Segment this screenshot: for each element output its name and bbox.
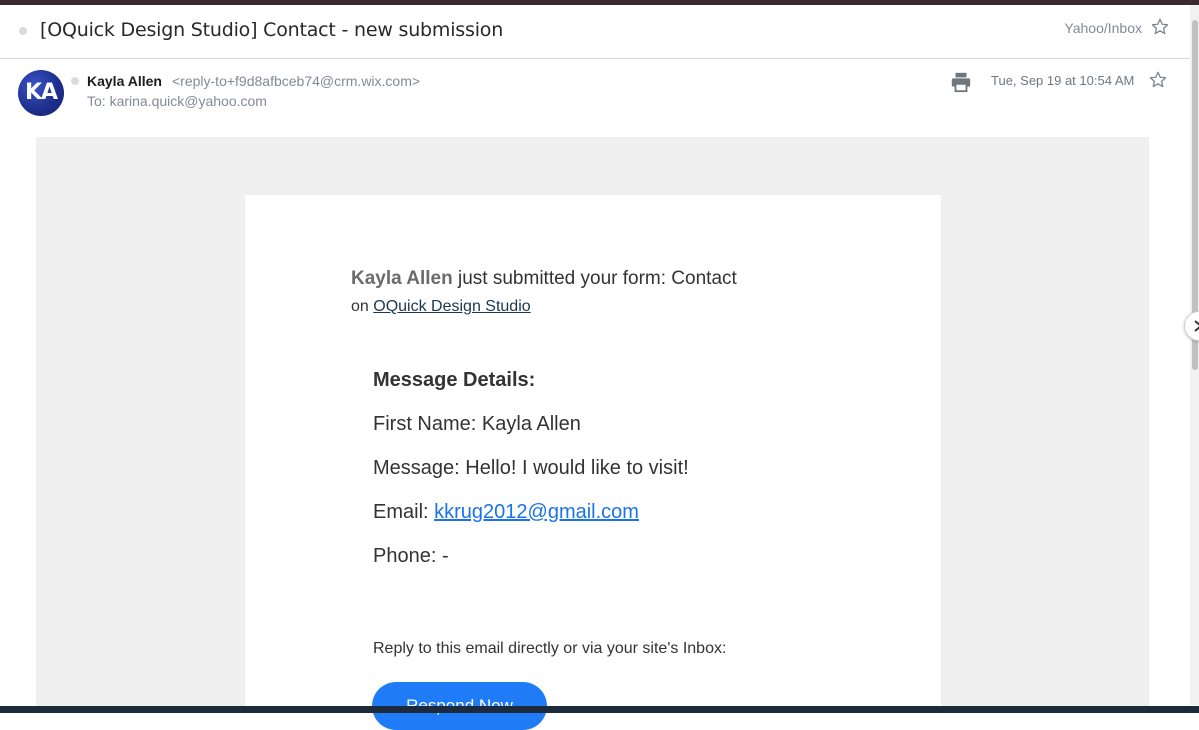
site-prefix: on (351, 298, 374, 315)
site-line: on OQuick Design Studio (351, 298, 531, 316)
avatar[interactable]: KA (18, 70, 64, 116)
detail-message: Message: Hello! I would like to visit! (373, 457, 689, 480)
headline-text: just submitted your form: Contact (452, 268, 737, 289)
submission-headline: Kayla Allen just submitted your form: Co… (351, 268, 737, 290)
detail-phone: Phone: - (373, 545, 449, 568)
message-value: Hello! I would like to visit! (465, 457, 689, 479)
subject-bar: [OQuick Design Studio] Contact - new sub… (0, 5, 1190, 59)
taskbar (0, 706, 1199, 713)
phone-label: Phone: (373, 545, 442, 567)
email-subject: [OQuick Design Studio] Contact - new sub… (40, 19, 504, 41)
recipient-line: To: karina.quick@yahoo.com (87, 93, 267, 109)
phone-value: - (441, 545, 449, 567)
site-link[interactable]: OQuick Design Studio (373, 298, 530, 315)
folder-label[interactable]: Yahoo/Inbox (1064, 20, 1142, 36)
print-icon[interactable] (950, 71, 972, 93)
reply-note: Reply to this email directly or via your… (373, 640, 727, 657)
first-name-value: Kayla Allen (481, 413, 581, 435)
sender-name[interactable]: Kayla Allen (87, 73, 162, 89)
details-heading: Message Details: (373, 369, 536, 391)
next-message-button[interactable] (1184, 311, 1199, 341)
email-link[interactable]: kkrug2012@gmail.com (434, 501, 639, 523)
email-label: Email: (373, 501, 435, 523)
read-status-dot[interactable] (19, 27, 27, 35)
avatar-initials: KA (24, 80, 58, 105)
message-date: Tue, Sep 19 at 10:54 AM (991, 73, 1135, 88)
message-star-icon[interactable] (1148, 70, 1168, 90)
detail-email: Email: kkrug2012@gmail.com (373, 501, 639, 524)
sender-address[interactable]: <reply-to+f9d8afbceb74@crm.wix.com> (172, 73, 420, 89)
detail-first-name: First Name: Kayla Allen (373, 413, 581, 436)
message-label: Message: (373, 457, 466, 479)
first-name-label: First Name: (373, 413, 482, 435)
chevron-right-icon (1194, 320, 1199, 332)
submitter-name: Kayla Allen (351, 268, 453, 289)
subject-star-icon[interactable] (1150, 17, 1170, 37)
sender-status-dot (71, 77, 79, 85)
